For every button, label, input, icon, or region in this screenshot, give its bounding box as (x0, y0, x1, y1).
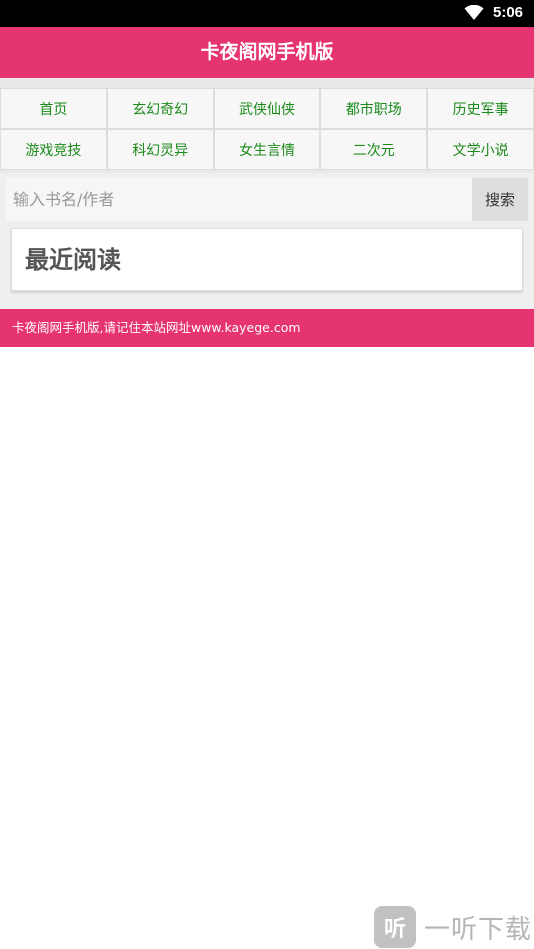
watermark-text: 一听下载 (424, 914, 533, 945)
status-bar: 5:06 (0, 0, 534, 27)
watermark: 听 一听下载 (374, 906, 532, 948)
nav-item-wuxia[interactable]: 武侠仙侠 (213, 88, 321, 129)
nav-item-literature[interactable]: 文学小说 (427, 129, 534, 170)
recent-reading-panel: 最近阅读 (11, 228, 523, 291)
recent-reading-section: 最近阅读 (0, 225, 534, 309)
search-input[interactable] (6, 178, 472, 221)
nav-item-anime[interactable]: 二次元 (320, 129, 428, 170)
category-grid: 首页 玄幻奇幻 武侠仙侠 都市职场 历史军事 游戏竞技 科幻灵异 女生言情 二次… (0, 88, 534, 170)
status-time: 5:06 (493, 4, 524, 21)
category-nav: 首页 玄幻奇幻 武侠仙侠 都市职场 历史军事 游戏竞技 科幻灵异 女生言情 二次… (0, 78, 534, 173)
nav-item-urban[interactable]: 都市职场 (320, 88, 428, 129)
wifi-icon (464, 5, 484, 20)
nav-item-fantasy[interactable]: 玄幻奇幻 (106, 88, 214, 129)
nav-item-history[interactable]: 历史军事 (427, 88, 534, 129)
page-title: 卡夜阁网手机版 (200, 41, 334, 63)
footer-notice: 卡夜阁网手机版,请记住本站网址www.kayege.com (12, 320, 301, 335)
search-bar: 搜索 (0, 173, 534, 225)
nav-item-scifi[interactable]: 科幻灵异 (106, 129, 214, 170)
nav-item-home[interactable]: 首页 (0, 88, 107, 129)
watermark-logo-icon: 听 (374, 906, 416, 948)
search-button[interactable]: 搜索 (472, 178, 528, 221)
nav-item-games[interactable]: 游戏竞技 (0, 129, 107, 170)
footer-bar: 卡夜阁网手机版,请记住本站网址www.kayege.com (0, 309, 534, 347)
app-header: 卡夜阁网手机版 (0, 27, 534, 78)
recent-reading-title: 最近阅读 (25, 246, 121, 274)
nav-item-romance[interactable]: 女生言情 (213, 129, 321, 170)
